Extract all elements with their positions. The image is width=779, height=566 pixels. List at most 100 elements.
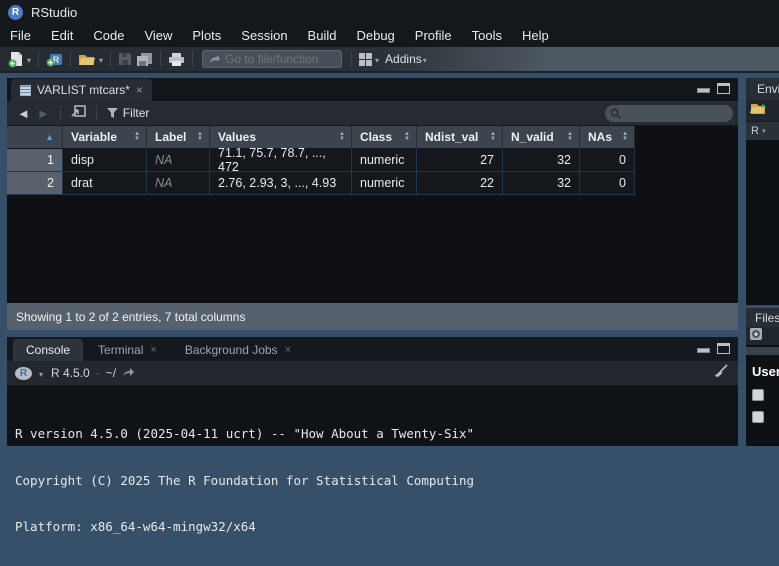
new-project-icon: R (46, 51, 63, 67)
filter-button[interactable]: Filter (107, 106, 150, 120)
environment-scope-dropdown[interactable]: R ▾ (746, 122, 779, 140)
go-to-directory-button[interactable] (122, 364, 135, 382)
minimize-icon[interactable] (697, 348, 710, 353)
column-header-rownum[interactable]: ▲ (7, 126, 63, 149)
menu-debug[interactable]: Debug (346, 24, 404, 47)
sort-arrows-icon[interactable]: ▲▼ (134, 132, 142, 142)
r-version-label[interactable]: R 4.5.0 (51, 366, 90, 380)
files-toolbar (746, 327, 779, 345)
back-arrow-icon[interactable]: ◄ (17, 106, 30, 121)
clear-console-button[interactable] (712, 364, 728, 383)
tab-environment[interactable]: Envir (746, 78, 779, 100)
column-header-variable[interactable]: Variable ▲▼ (63, 126, 147, 149)
addins-caret-icon[interactable]: ▾ (423, 56, 427, 65)
console-tab-strip: Console Terminal × Background Jobs × (7, 337, 738, 361)
toolbar-separator (192, 51, 193, 67)
workspace-panes-button[interactable] (357, 49, 374, 69)
sort-ascending-icon: ▲ (45, 132, 58, 142)
menu-tools[interactable]: Tools (462, 24, 512, 47)
addins-button[interactable]: Addins (385, 52, 422, 66)
save-icon (118, 52, 132, 66)
menu-build[interactable]: Build (298, 24, 347, 47)
table-row[interactable]: 1 disp NA 71.1, 75.7, 78.7, ..., 472 num… (7, 149, 635, 172)
files-pane: Files User (746, 308, 779, 446)
console-pane: Console Terminal × Background Jobs × R ▾… (7, 337, 738, 446)
sort-arrows-icon[interactable]: ▲▼ (490, 132, 498, 142)
column-header-label[interactable]: Label ▲▼ (147, 126, 210, 149)
menu-view[interactable]: View (134, 24, 182, 47)
toolbar-separator (70, 51, 71, 67)
goto-file-function-box[interactable] (202, 50, 342, 68)
column-header-n-valid[interactable]: N_valid ▲▼ (503, 126, 580, 149)
goto-file-function-input[interactable] (225, 52, 330, 66)
table-row[interactable]: 2 drat NA 2.76, 2.93, 3, ..., 4.93 numer… (7, 172, 635, 195)
cell-label: NA (147, 172, 210, 195)
chevron-down-icon: ▾ (762, 127, 766, 135)
separator-dot: · (96, 366, 100, 380)
cell-label: NA (147, 149, 210, 172)
cell-variable: disp (63, 149, 147, 172)
toolbar-separator (160, 51, 161, 67)
tab-label: Background Jobs (185, 343, 278, 357)
load-workspace-button[interactable] (750, 102, 768, 120)
cell-nas: 0 (580, 149, 635, 172)
column-header-class[interactable]: Class ▲▼ (352, 126, 417, 149)
sort-arrows-icon[interactable]: ▲▼ (339, 132, 347, 142)
menu-file[interactable]: File (0, 24, 41, 47)
tab-close-icon[interactable]: × (285, 344, 291, 356)
tab-varlist-mtcars[interactable]: VARLIST mtcars* × (11, 79, 152, 101)
table-search-box[interactable] (605, 105, 733, 122)
menu-session[interactable]: Session (231, 24, 297, 47)
save-all-button[interactable] (134, 49, 155, 69)
source-tab-strip: VARLIST mtcars* × (7, 78, 738, 101)
column-header-nas[interactable]: NAs ▲▼ (580, 126, 635, 149)
new-file-button[interactable] (6, 49, 26, 69)
open-file-button[interactable] (76, 49, 98, 69)
menu-help[interactable]: Help (512, 24, 559, 47)
new-file-caret-icon[interactable]: ▾ (27, 56, 31, 65)
panes-caret-icon[interactable]: ▾ (375, 56, 379, 65)
tab-background-jobs[interactable]: Background Jobs × (172, 339, 304, 361)
tab-close-icon[interactable]: × (136, 84, 143, 96)
scope-label: R (751, 125, 759, 137)
minimize-icon[interactable] (697, 88, 710, 93)
open-in-new-window-button[interactable] (71, 104, 86, 122)
tab-title: VARLIST mtcars* (37, 83, 130, 97)
maximize-icon[interactable] (717, 343, 730, 354)
tab-files[interactable]: Files (746, 308, 779, 327)
cell-class: numeric (352, 172, 417, 195)
tab-console[interactable]: Console (13, 339, 83, 361)
sort-arrows-icon[interactable]: ▲▼ (567, 132, 575, 142)
menu-plots[interactable]: Plots (182, 24, 231, 47)
tab-terminal[interactable]: Terminal × (85, 339, 170, 361)
package-checkbox[interactable] (752, 411, 764, 423)
column-label: NAs (588, 130, 612, 144)
menu-edit[interactable]: Edit (41, 24, 83, 47)
maximize-icon[interactable] (717, 83, 730, 94)
sort-arrows-icon[interactable]: ▲▼ (197, 132, 205, 142)
table-search-input[interactable] (625, 107, 725, 119)
save-button[interactable] (116, 49, 134, 69)
menu-profile[interactable]: Profile (405, 24, 462, 47)
r-version-caret-icon[interactable]: ▾ (39, 370, 43, 379)
open-file-caret-icon[interactable]: ▾ (99, 56, 103, 65)
column-label: N_valid (511, 130, 554, 144)
toolbar-separator (60, 106, 61, 120)
package-checkbox[interactable] (752, 389, 764, 401)
new-project-button[interactable]: R (44, 49, 65, 69)
toolbar-separator (96, 106, 97, 120)
tab-label: Terminal (98, 343, 143, 357)
console-output[interactable]: R version 4.5.0 (2025-04-11 ucrt) -- "Ho… (7, 386, 738, 566)
data-viewer-pane: VARLIST mtcars* × ◄ ► Filter (7, 78, 738, 330)
install-packages-button[interactable] (749, 326, 764, 346)
menu-code[interactable]: Code (83, 24, 134, 47)
print-button[interactable] (166, 49, 187, 69)
filter-funnel-icon (107, 108, 118, 118)
sort-arrows-icon[interactable]: ▲▼ (404, 132, 412, 142)
column-header-ndist-val[interactable]: Ndist_val ▲▼ (417, 126, 503, 149)
cell-n-valid: 32 (503, 149, 580, 172)
packages-list-header (746, 347, 779, 355)
tab-close-icon[interactable]: × (150, 344, 156, 356)
new-file-icon (8, 51, 24, 68)
sort-arrows-icon[interactable]: ▲▼ (622, 132, 630, 142)
